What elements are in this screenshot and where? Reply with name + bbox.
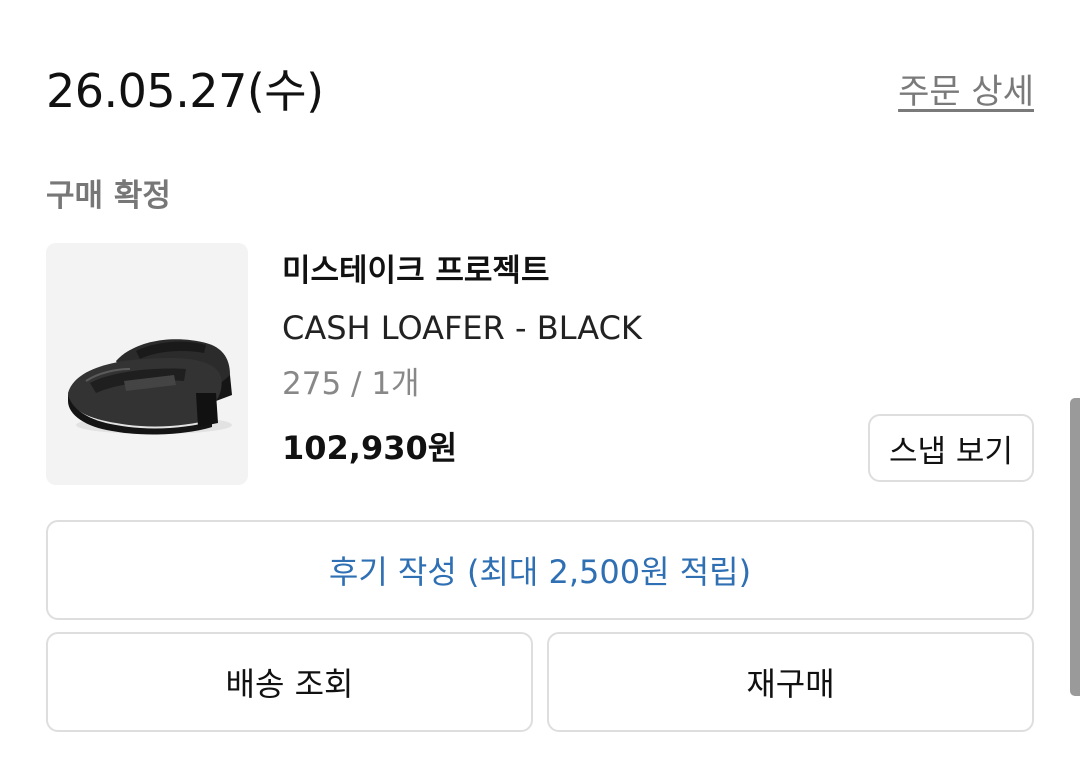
order-status: 구매 확정	[46, 178, 171, 214]
order-detail-link[interactable]: 주문 상세	[898, 70, 1034, 114]
product-brand[interactable]: 미스테이크 프로젝트	[282, 250, 549, 292]
product-price: 102,930원	[282, 429, 458, 467]
product-name[interactable]: CASH LOAFER - BLACK	[282, 307, 642, 349]
product-thumbnail[interactable]	[46, 243, 248, 485]
write-review-button[interactable]: 후기 작성 (최대 2,500원 적립)	[46, 520, 1034, 620]
scrollbar[interactable]	[1070, 398, 1080, 696]
order-date: 26.05.27(수)	[46, 64, 324, 118]
product-option: 275 / 1개	[282, 366, 420, 402]
track-delivery-button[interactable]: 배송 조회	[46, 632, 533, 732]
snap-view-button[interactable]: 스냅 보기	[868, 414, 1034, 482]
loafer-shoe-image	[46, 243, 248, 485]
rebuy-button[interactable]: 재구매	[547, 632, 1034, 732]
